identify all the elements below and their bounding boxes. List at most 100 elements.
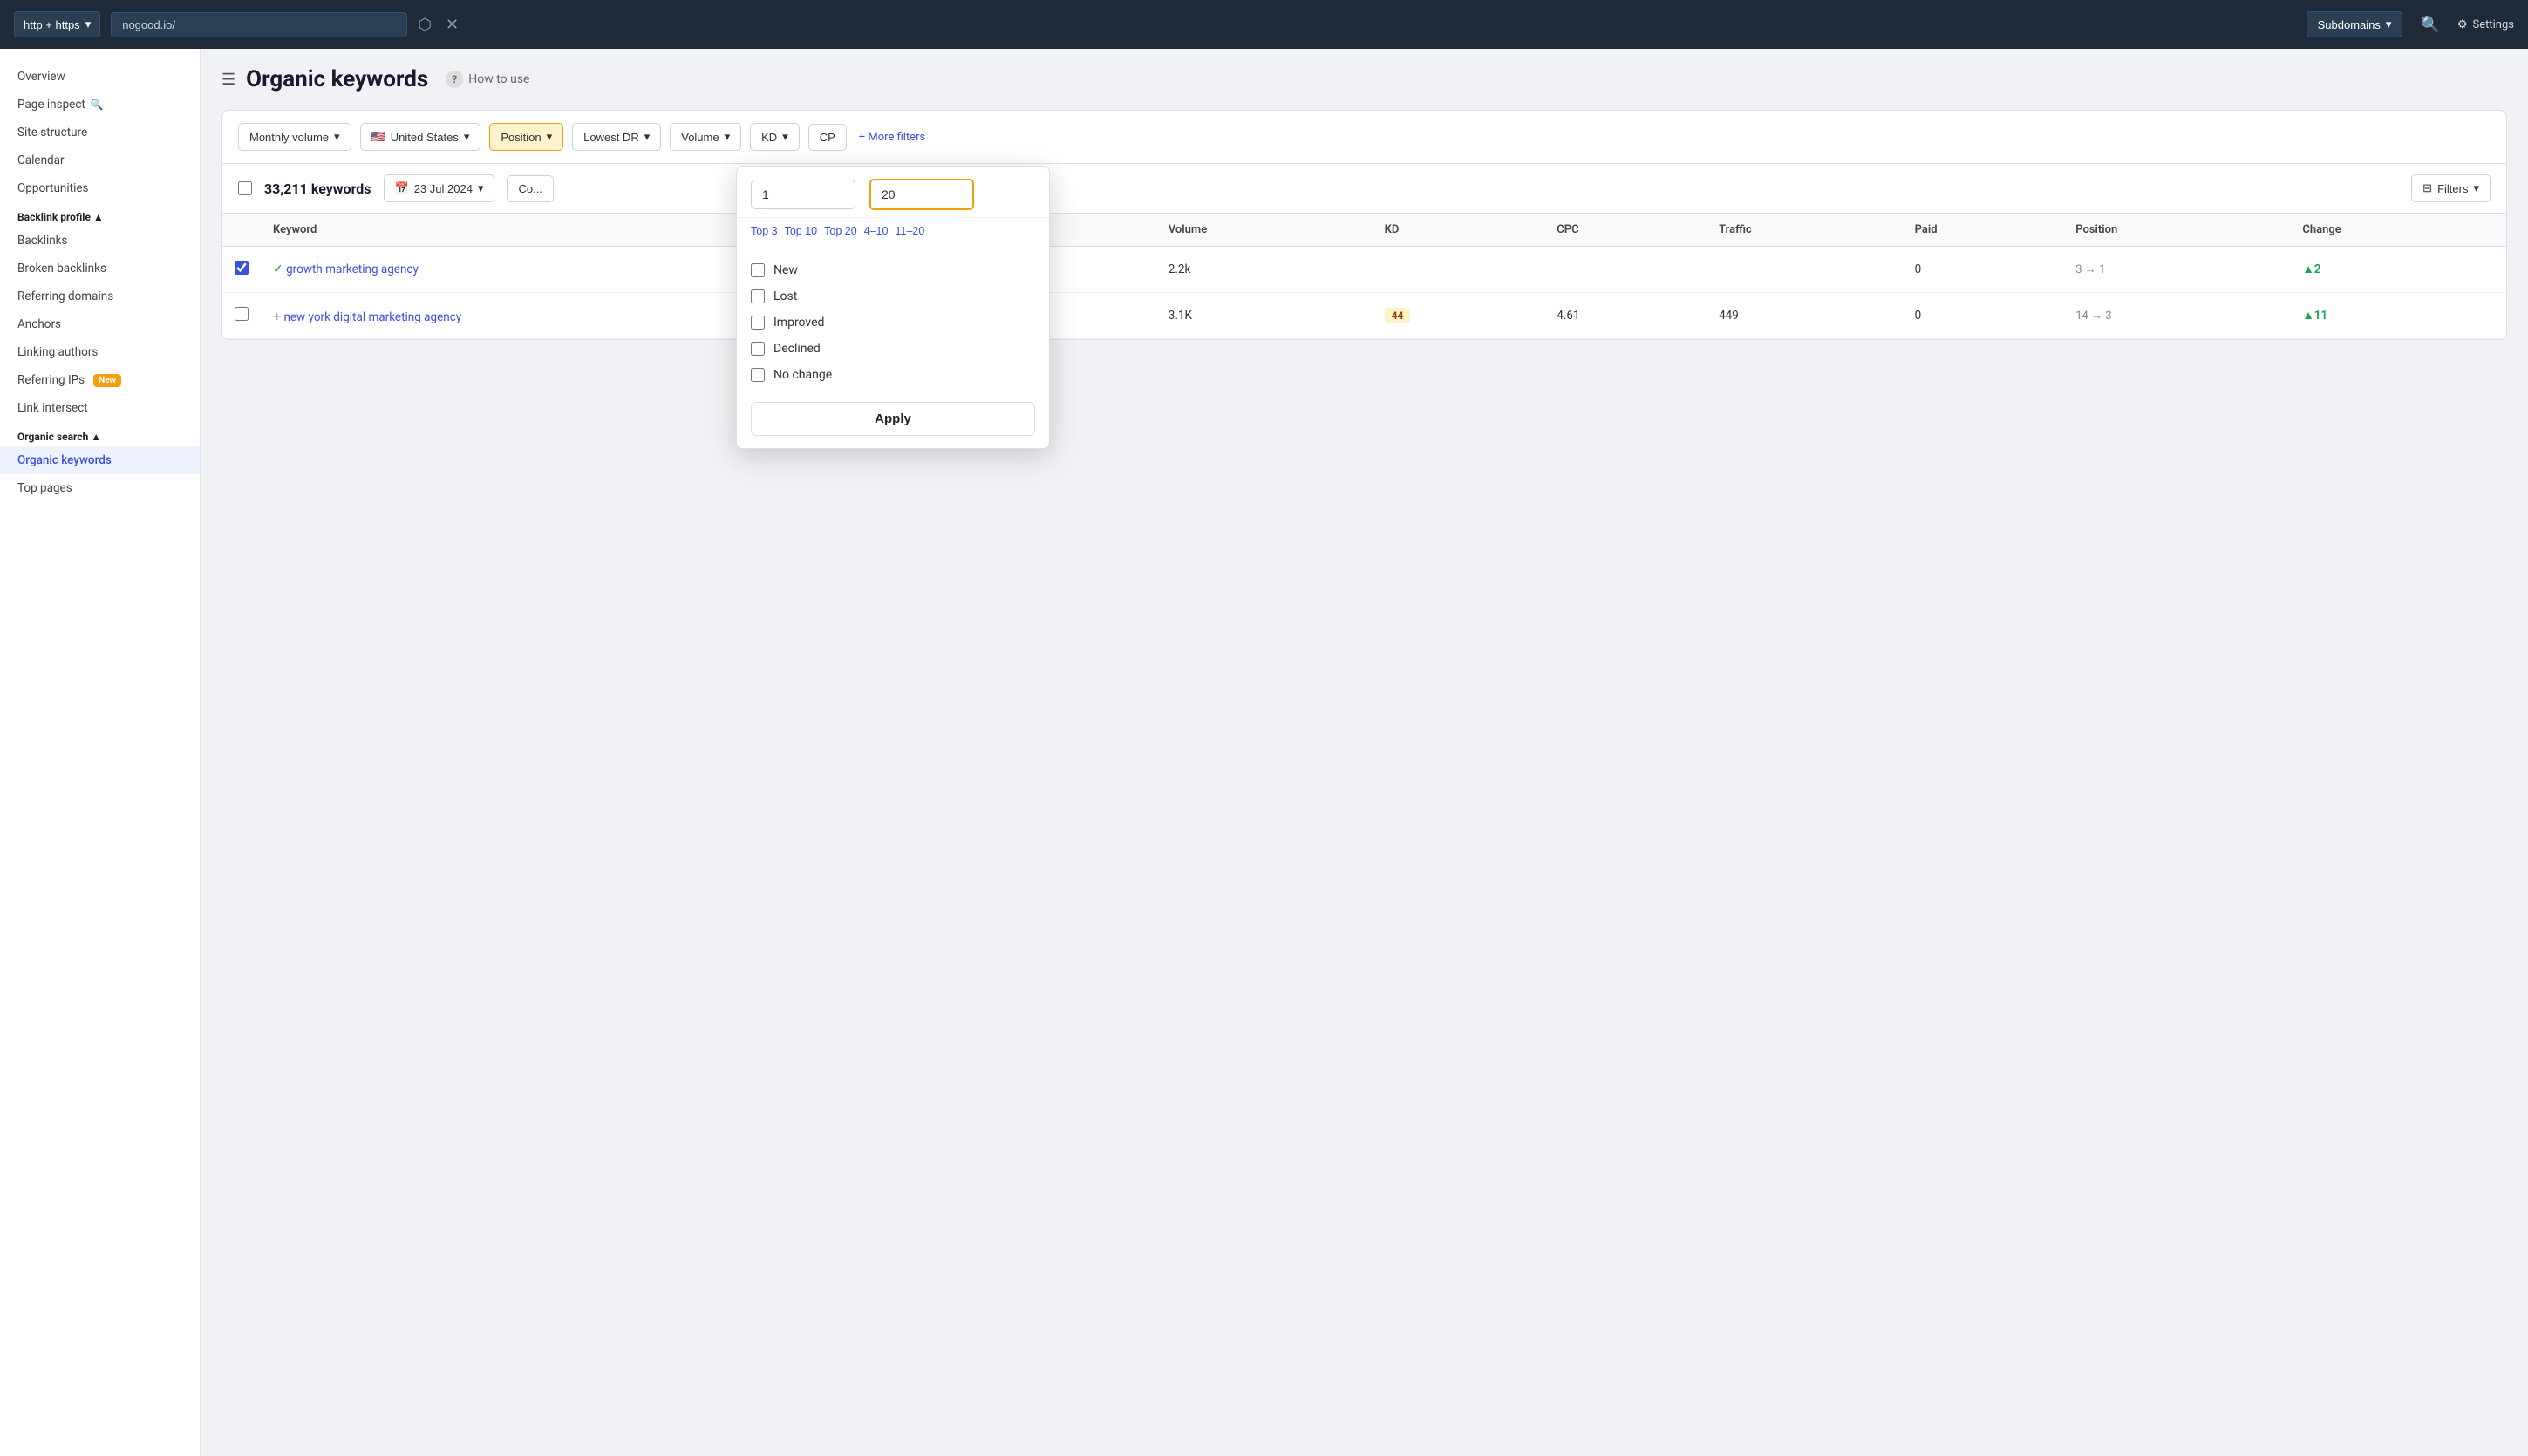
checkbox-lost[interactable]: Lost <box>751 283 1035 310</box>
checkbox-declined-input[interactable] <box>751 342 765 356</box>
row-checkbox[interactable] <box>235 261 249 275</box>
how-to-use-label: How to use <box>468 72 529 86</box>
quick-range-4-10[interactable]: 4–10 <box>864 223 889 239</box>
url-group: ⬡ ✕ <box>111 12 2295 37</box>
cpc-cell: 4.61 <box>1544 293 1707 339</box>
url-input[interactable] <box>111 12 407 37</box>
compare-label: Co... <box>518 182 542 195</box>
compare-button[interactable]: Co... <box>507 175 553 202</box>
settings-button[interactable]: ⚙ Settings <box>2457 18 2514 31</box>
layout: Overview Page inspect 🔍 Site structure C… <box>0 49 2528 1456</box>
quick-range-11-20[interactable]: 11–20 <box>895 223 924 239</box>
apply-button[interactable]: Apply <box>751 402 1035 436</box>
sidebar-item-opportunities[interactable]: Opportunities <box>0 174 200 202</box>
cp-label: CP <box>820 131 835 144</box>
chevron-down-icon: ▾ <box>334 130 340 144</box>
col-volume[interactable]: Volume <box>1156 214 1373 247</box>
results-bar: 33,211 keywords 📅 23 Jul 2024 ▾ Co... ⊟ … <box>221 164 2507 214</box>
col-cpc[interactable]: CPC <box>1544 214 1707 247</box>
quick-range-top10[interactable]: Top 10 <box>785 223 818 239</box>
sidebar-item-referring-domains[interactable]: Referring domains <box>0 282 200 310</box>
sidebar-item-top-pages[interactable]: Top pages <box>0 474 200 502</box>
sidebar-item-anchors[interactable]: Anchors <box>0 310 200 338</box>
traffic-cell: 449 <box>1707 293 1903 339</box>
quick-range-top3[interactable]: Top 3 <box>751 223 778 239</box>
kd-filter[interactable]: KD ▾ <box>750 123 800 151</box>
checkbox-no-change-input[interactable] <box>751 368 765 382</box>
col-change[interactable]: Change <box>2290 214 2506 247</box>
volume-cell: 2.2k <box>1156 247 1373 293</box>
checkbox-new-input[interactable] <box>751 263 765 277</box>
date-label: 23 Jul 2024 <box>414 182 473 195</box>
position-min-input[interactable] <box>751 180 855 209</box>
select-all-checkbox[interactable] <box>238 181 252 195</box>
checkbox-declined[interactable]: Declined <box>751 336 1035 362</box>
keyword-link[interactable]: growth marketing agency <box>286 262 419 276</box>
sidebar-item-broken-backlinks[interactable]: Broken backlinks <box>0 255 200 282</box>
sidebar-item-label: Site structure <box>17 126 87 139</box>
sidebar-item-label: Opportunities <box>17 181 88 195</box>
position-filter[interactable]: Position ▾ <box>489 123 563 151</box>
checkbox-no-change-label: No change <box>773 368 832 382</box>
filters-button[interactable]: ⊟ Filters ▾ <box>2411 174 2491 202</box>
date-selector[interactable]: 📅 23 Jul 2024 ▾ <box>384 174 495 202</box>
sidebar-item-label: Referring IPs <box>17 373 85 387</box>
col-kd[interactable]: KD <box>1373 214 1545 247</box>
checkbox-no-change[interactable]: No change <box>751 362 1035 388</box>
country-filter[interactable]: 🇺🇸 United States ▾ <box>360 123 481 151</box>
gear-icon: ⚙ <box>2457 18 2468 31</box>
checkbox-declined-label: Declined <box>773 342 821 356</box>
checkbox-lost-input[interactable] <box>751 289 765 303</box>
filter-icon: ⊟ <box>2422 181 2432 195</box>
checkbox-improved-input[interactable] <box>751 316 765 330</box>
change-value: ▲11 <box>2302 309 2327 323</box>
sidebar-item-page-inspect[interactable]: Page inspect 🔍 <box>0 91 200 119</box>
sidebar-item-link-intersect[interactable]: Link intersect <box>0 394 200 422</box>
cpc-cell <box>1544 247 1707 293</box>
position-max-input[interactable] <box>869 179 974 210</box>
volume-filter[interactable]: Volume ▾ <box>670 123 741 151</box>
monthly-volume-filter[interactable]: Monthly volume ▾ <box>238 123 351 151</box>
chevron-down-icon: ▾ <box>782 130 788 144</box>
sidebar-item-overview[interactable]: Overview <box>0 63 200 91</box>
checkbox-improved-label: Improved <box>773 316 824 330</box>
cp-filter[interactable]: CP <box>808 124 847 151</box>
paid-cell: 0 <box>1903 293 2064 339</box>
search-icon[interactable]: 🔍 <box>2416 12 2443 37</box>
plus-icon[interactable]: + <box>273 308 281 324</box>
keyword-link[interactable]: new york digital marketing agency <box>283 310 461 324</box>
sidebar-item-label: Linking authors <box>17 345 98 359</box>
col-paid[interactable]: Paid <box>1903 214 2064 247</box>
lowest-dr-filter[interactable]: Lowest DR ▾ <box>572 123 661 151</box>
lowest-dr-label: Lowest DR <box>583 131 639 144</box>
how-to-use-button[interactable]: ? How to use <box>446 71 529 88</box>
more-filters-button[interactable]: + More filters <box>859 131 925 144</box>
kd-cell: 44 <box>1373 293 1545 339</box>
col-traffic[interactable]: Traffic <box>1707 214 1903 247</box>
hamburger-icon[interactable]: ☰ <box>221 71 235 89</box>
volume-label: Volume <box>681 131 719 144</box>
quick-range-top20[interactable]: Top 20 <box>824 223 857 239</box>
sidebar-item-linking-authors[interactable]: Linking authors <box>0 338 200 366</box>
col-position[interactable]: Position <box>2063 214 2290 247</box>
external-link-icon[interactable]: ⬡ <box>414 12 435 37</box>
sidebar-item-backlinks[interactable]: Backlinks <box>0 227 200 255</box>
sidebar-item-site-structure[interactable]: Site structure <box>0 119 200 146</box>
subdomains-selector[interactable]: Subdomains ▾ <box>2307 11 2403 37</box>
row-checkbox-cell[interactable] <box>222 293 261 339</box>
filters-label: Filters <box>2437 182 2468 195</box>
position-checkbox-list: New Lost Improved Declined <box>737 248 1049 393</box>
row-checkbox-cell[interactable] <box>222 247 261 293</box>
row-checkbox[interactable] <box>235 307 249 321</box>
checkbox-new[interactable]: New <box>751 257 1035 283</box>
protocol-selector[interactable]: http + https ▾ <box>14 11 100 37</box>
calendar-icon: 📅 <box>395 181 409 195</box>
sidebar-item-referring-ips[interactable]: Referring IPs New <box>0 366 200 394</box>
sidebar-item-organic-keywords[interactable]: Organic keywords <box>0 446 200 474</box>
checkbox-new-label: New <box>773 263 798 277</box>
page-header: ☰ Organic keywords ? How to use <box>221 66 2507 92</box>
close-icon[interactable]: ✕ <box>442 12 462 37</box>
sidebar-item-calendar[interactable]: Calendar <box>0 146 200 174</box>
sidebar-item-label: Page inspect <box>17 98 85 112</box>
checkbox-improved[interactable]: Improved <box>751 310 1035 336</box>
